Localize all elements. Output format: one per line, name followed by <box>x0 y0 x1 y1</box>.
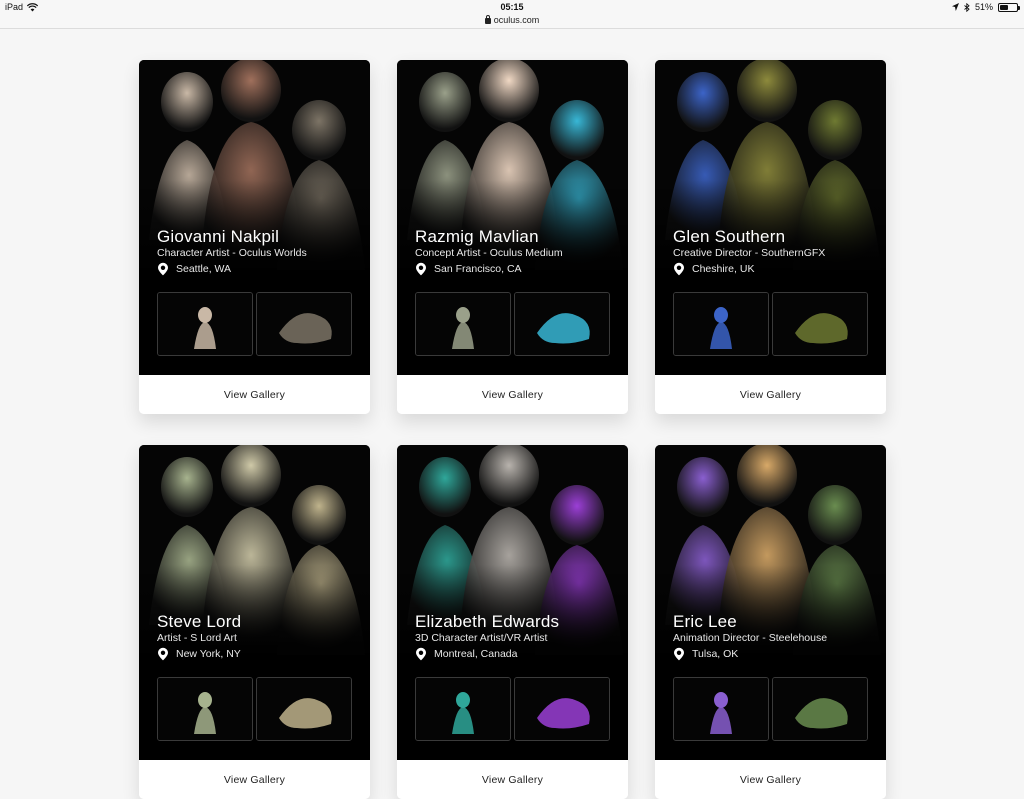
artist-name: Giovanni Nakpil <box>157 227 280 246</box>
location-arrow-icon <box>951 3 959 11</box>
artist-name: Steve Lord <box>157 612 242 631</box>
artist-location: San Francisco, CA <box>415 262 620 276</box>
battery-percent: 51% <box>974 2 993 12</box>
view-gallery-button[interactable]: View Gallery <box>224 774 285 786</box>
card-footer: View Gallery <box>655 375 886 414</box>
artist-location: Cheshire, UK <box>673 262 878 276</box>
gallery-thumbnails <box>157 677 352 741</box>
view-gallery-button[interactable]: View Gallery <box>740 389 801 401</box>
card-footer: View Gallery <box>397 375 628 414</box>
artist-card-elizabeth-edwards: Elizabeth Edwards 3D Character Artist/VR… <box>397 445 628 799</box>
artist-location-text: Seattle, WA <box>176 263 232 275</box>
location-pin-icon <box>416 262 426 276</box>
artist-info: Razmig Mavlian Concept Artist - Oculus M… <box>415 227 620 276</box>
gallery-thumbnail[interactable] <box>415 677 511 741</box>
artist-location: Tulsa, OK <box>673 647 878 661</box>
status-right: 51% <box>951 2 1020 12</box>
artist-role: 3D Character Artist/VR Artist <box>415 632 548 644</box>
card-footer: View Gallery <box>139 375 370 414</box>
gallery-thumbnail[interactable] <box>673 292 769 356</box>
status-bar: iPad 05:15 51% oculus.com <box>0 0 1024 29</box>
artist-name: Glen Southern <box>673 227 786 246</box>
artist-role: Concept Artist - Oculus Medium <box>415 247 563 259</box>
card-body: Eric Lee Animation Director - Steelehous… <box>655 445 886 760</box>
artist-location-text: San Francisco, CA <box>434 263 522 275</box>
gallery-thumbnails <box>415 292 610 356</box>
artist-role: Character Artist - Oculus Worlds <box>157 247 307 259</box>
view-gallery-button[interactable]: View Gallery <box>482 774 543 786</box>
card-footer: View Gallery <box>397 760 628 799</box>
artist-card-eric-lee: Eric Lee Animation Director - Steelehous… <box>655 445 886 799</box>
battery-fill <box>1000 4 1009 10</box>
gallery-thumbnail[interactable] <box>157 677 253 741</box>
battery-icon <box>998 2 1020 12</box>
artist-card-glen-southern: Glen Southern Creative Director - Southe… <box>655 60 886 414</box>
card-body: Elizabeth Edwards 3D Character Artist/VR… <box>397 445 628 760</box>
artist-role: Artist - S Lord Art <box>157 632 237 644</box>
bluetooth-icon <box>964 2 970 12</box>
artist-location: Montreal, Canada <box>415 647 620 661</box>
gallery-thumbnail[interactable] <box>514 292 610 356</box>
artist-location-text: Montreal, Canada <box>434 648 518 660</box>
card-body: Razmig Mavlian Concept Artist - Oculus M… <box>397 60 628 375</box>
clock: 05:15 <box>500 2 524 12</box>
artist-name: Eric Lee <box>673 612 737 631</box>
card-footer: View Gallery <box>139 760 370 799</box>
artist-role: Creative Director - SouthernGFX <box>673 247 826 259</box>
artist-location-text: Tulsa, OK <box>692 648 739 660</box>
gallery-thumbnail[interactable] <box>256 292 352 356</box>
artist-info: Steve Lord Artist - S Lord Art New York,… <box>157 612 362 661</box>
gallery-thumbnail[interactable] <box>157 292 253 356</box>
card-body: Glen Southern Creative Director - Southe… <box>655 60 886 375</box>
gallery-thumbnails <box>673 677 868 741</box>
artist-name: Razmig Mavlian <box>415 227 539 246</box>
artist-role: Animation Director - Steelehouse <box>673 632 828 644</box>
artist-location-text: Cheshire, UK <box>692 263 755 275</box>
address-bar[interactable]: oculus.com <box>0 15 1024 25</box>
gallery-thumbnail[interactable] <box>415 292 511 356</box>
card-body: Steve Lord Artist - S Lord Art New York,… <box>139 445 370 760</box>
artist-name: Elizabeth Edwards <box>415 612 560 631</box>
location-pin-icon <box>158 647 168 661</box>
url-text: oculus.com <box>493 15 540 25</box>
artist-info: Elizabeth Edwards 3D Character Artist/VR… <box>415 612 620 661</box>
location-pin-icon <box>416 647 426 661</box>
gallery-thumbnails <box>157 292 352 356</box>
artist-card-giovanni-nakpil: Giovanni Nakpil Character Artist - Oculu… <box>139 60 370 414</box>
location-pin-icon <box>674 262 684 276</box>
gallery-thumbnail[interactable] <box>673 677 769 741</box>
artist-info: Glen Southern Creative Director - Southe… <box>673 227 878 276</box>
location-pin-icon <box>158 262 168 276</box>
location-pin-icon <box>674 647 684 661</box>
view-gallery-button[interactable]: View Gallery <box>224 389 285 401</box>
gallery-thumbnails <box>673 292 868 356</box>
card-body: Giovanni Nakpil Character Artist - Oculu… <box>139 60 370 375</box>
lock-icon <box>484 15 491 24</box>
view-gallery-button[interactable]: View Gallery <box>740 774 801 786</box>
artist-location: Seattle, WA <box>157 262 362 276</box>
gallery-thumbnails <box>415 677 610 741</box>
artist-grid: Giovanni Nakpil Character Artist - Oculu… <box>0 30 1024 799</box>
gallery-thumbnail[interactable] <box>772 292 868 356</box>
artist-location: New York, NY <box>157 647 362 661</box>
gallery-thumbnail[interactable] <box>256 677 352 741</box>
artist-info: Eric Lee Animation Director - Steelehous… <box>673 612 878 661</box>
card-footer: View Gallery <box>655 760 886 799</box>
gallery-thumbnail[interactable] <box>514 677 610 741</box>
artist-location-text: New York, NY <box>176 648 241 660</box>
artist-card-steve-lord: Steve Lord Artist - S Lord Art New York,… <box>139 445 370 799</box>
artist-card-razmig-mavlian: Razmig Mavlian Concept Artist - Oculus M… <box>397 60 628 414</box>
gallery-thumbnail[interactable] <box>772 677 868 741</box>
artist-info: Giovanni Nakpil Character Artist - Oculu… <box>157 227 362 276</box>
view-gallery-button[interactable]: View Gallery <box>482 389 543 401</box>
